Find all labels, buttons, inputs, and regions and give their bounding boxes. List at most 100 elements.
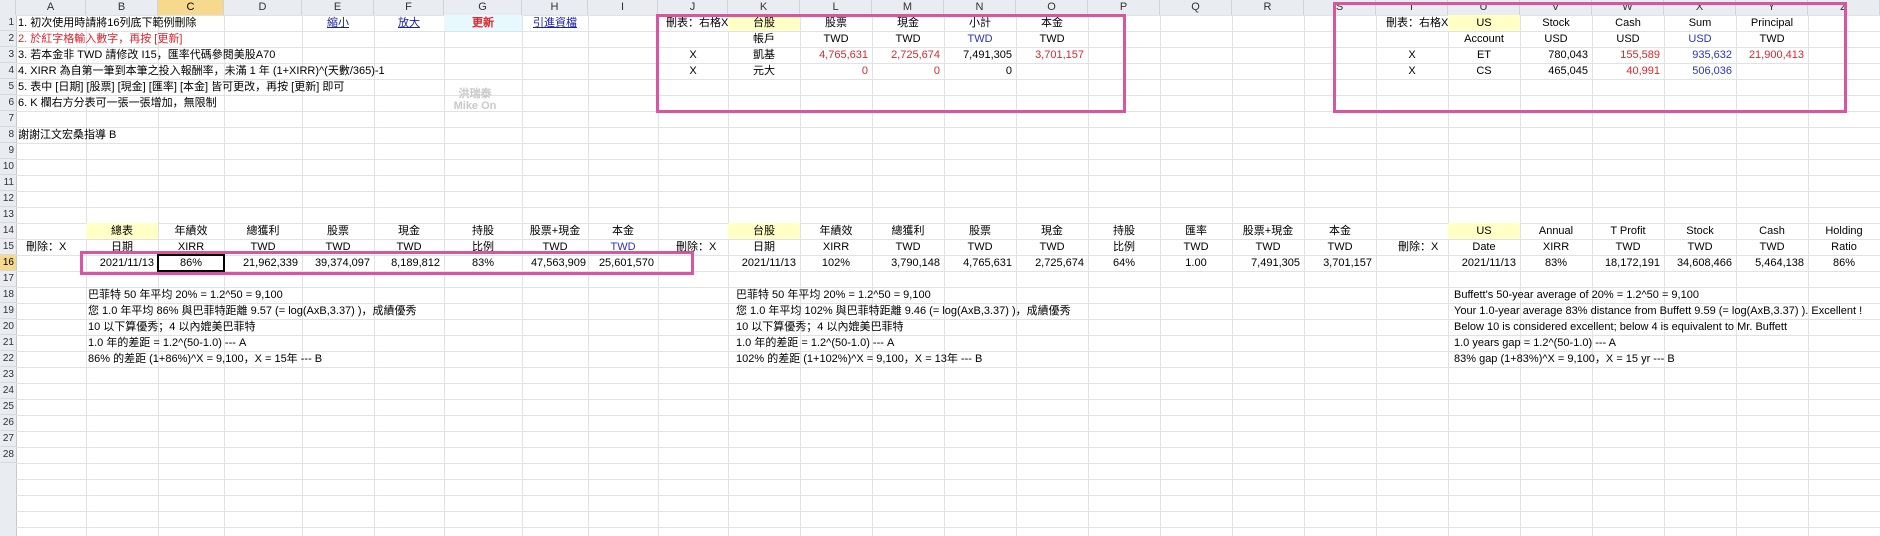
col-header-q[interactable]: Q xyxy=(1160,0,1232,15)
summary-tw-subheader: 比例 xyxy=(1113,241,1135,253)
instruction-line-2: 2. 於紅字格輸入數字，再按 [更新] xyxy=(18,33,183,45)
row-header[interactable]: 2 xyxy=(0,31,16,47)
col-header-h[interactable]: H xyxy=(522,0,588,15)
summary-us-xirr[interactable]: 83% xyxy=(1520,255,1592,271)
row-header[interactable]: 11 xyxy=(0,175,16,191)
col-header-c[interactable]: C xyxy=(158,0,224,15)
note-tw-line: 您 1.0 年平均 102% 與巴菲特距離 9.46 (= log(AxB,3.… xyxy=(736,305,1071,317)
row-header[interactable]: 12 xyxy=(0,191,16,207)
col-header-m[interactable]: M xyxy=(872,0,944,15)
note-tw-line: 10 以下算優秀；4 以內媲美巴菲特 xyxy=(736,321,904,333)
row-header[interactable]: 7 xyxy=(0,111,16,127)
col-header-p[interactable]: P xyxy=(1088,0,1160,15)
select-all-corner[interactable] xyxy=(0,0,16,15)
summary-tw-cash[interactable]: 2,725,674 xyxy=(1016,255,1084,271)
summary-tw-xirr[interactable]: 102% xyxy=(800,255,872,271)
row-header[interactable]: 21 xyxy=(0,335,16,351)
row-header[interactable]: 6 xyxy=(0,95,16,111)
summary-tw-holding[interactable]: 64% xyxy=(1088,255,1160,271)
row-header[interactable]: 4 xyxy=(0,63,16,79)
row-header[interactable]: 28 xyxy=(0,447,16,463)
summary-us-header: Holding xyxy=(1825,225,1863,237)
summary-total-header: 本金 xyxy=(612,225,634,237)
summary-tw-header: 台股 xyxy=(728,223,800,239)
summary-tw-stock-cash[interactable]: 7,491,305 xyxy=(1232,255,1300,271)
update-button[interactable]: 更新 xyxy=(444,15,522,31)
summary-us-date[interactable]: 2021/11/13 xyxy=(1448,255,1516,271)
summary-tw-header: 現金 xyxy=(1041,225,1063,237)
col-header-a[interactable]: A xyxy=(16,0,86,15)
spreadsheet[interactable]: A B C D E F G H I J K L M N O P Q R S T … xyxy=(0,0,1880,536)
row-header[interactable]: 22 xyxy=(0,351,16,367)
summary-total-highlight-box xyxy=(80,251,694,275)
col-header-r[interactable]: R xyxy=(1232,0,1304,15)
row-header[interactable]: 27 xyxy=(0,431,16,447)
row-header[interactable]: 19 xyxy=(0,303,16,319)
row-header[interactable]: 1 xyxy=(0,15,16,31)
row-header[interactable]: 24 xyxy=(0,383,16,399)
note-us-line: Your 1.0-year average 83% distance from … xyxy=(1454,305,1863,317)
row-header[interactable]: 17 xyxy=(0,271,16,287)
note-us-line: Buffett's 50-year average of 20% = 1.2^5… xyxy=(1454,289,1699,301)
row-header-selected[interactable]: 16 xyxy=(0,255,16,271)
summary-tw-subheader: TWD xyxy=(1039,241,1065,253)
row-header[interactable]: 25 xyxy=(0,399,16,415)
col-header-o[interactable]: O xyxy=(1016,0,1088,15)
summary-us-holding[interactable]: 86% xyxy=(1808,255,1880,271)
summary-us-header: US xyxy=(1448,223,1520,239)
watermark-line-1: 洪瑞泰 xyxy=(458,88,492,100)
row-header[interactable]: 20 xyxy=(0,319,16,335)
col-header-f[interactable]: F xyxy=(374,0,444,15)
row-header[interactable]: 15 xyxy=(0,239,16,255)
summary-tw-subheader: TWD xyxy=(967,241,993,253)
col-header-l[interactable]: L xyxy=(800,0,872,15)
col-header-j[interactable]: J xyxy=(658,0,728,15)
instruction-line-4: 4. XIRR 為自第一筆到本筆之投入報酬率，未滿 1 年 (1+XIRR)^(… xyxy=(18,65,385,77)
summary-tw-date[interactable]: 2021/11/13 xyxy=(728,255,796,271)
row-header[interactable]: 14 xyxy=(0,223,16,239)
col-header-b[interactable]: B xyxy=(86,0,158,15)
col-header-g[interactable]: G xyxy=(444,0,522,15)
summary-total-header: 現金 xyxy=(398,225,420,237)
col-header-d[interactable]: D xyxy=(224,0,302,15)
row-header[interactable]: 9 xyxy=(0,143,16,159)
row-header[interactable]: 13 xyxy=(0,207,16,223)
note-total-line: 巴菲特 50 年平均 20% = 1.2^50 = 9,100 xyxy=(88,289,283,301)
row-header[interactable]: 26 xyxy=(0,415,16,431)
note-total-line: 10 以下算優秀；4 以內媲美巴菲特 xyxy=(88,321,256,333)
row-header[interactable]: 3 xyxy=(0,47,16,63)
thanks-note: 謝謝江文宏桑指導 B xyxy=(18,129,117,141)
summary-tw-header: 年績效 xyxy=(819,225,853,237)
summary-us-subheader: TWD xyxy=(1687,241,1713,253)
shrink-button[interactable]: 縮小 xyxy=(302,15,374,31)
enlarge-button[interactable]: 放大 xyxy=(374,15,444,31)
watermark-line-2: Mike On xyxy=(453,100,497,112)
summary-us-profit[interactable]: 18,172,191 xyxy=(1592,255,1660,271)
summary-total-header: 持股 xyxy=(472,225,494,237)
row-header[interactable]: 5 xyxy=(0,79,16,95)
guide-button[interactable]: 引進資檔 xyxy=(522,15,588,31)
note-tw-line: 巴菲特 50 年平均 20% = 1.2^50 = 9,100 xyxy=(736,289,931,301)
summary-us-cash[interactable]: 5,464,138 xyxy=(1736,255,1804,271)
watermark-logo: 洪瑞泰 Mike On xyxy=(450,88,500,112)
col-header-n[interactable]: N xyxy=(944,0,1016,15)
row-header[interactable]: 10 xyxy=(0,159,16,175)
summary-tw-stock[interactable]: 4,765,631 xyxy=(944,255,1012,271)
summary-us-stock[interactable]: 34,608,466 xyxy=(1664,255,1732,271)
instruction-line-6: 6. K 欄右方分表可一張一張增加，無限制 xyxy=(18,97,217,109)
row-header[interactable]: 8 xyxy=(0,127,16,143)
col-header-i[interactable]: I xyxy=(588,0,658,15)
row-header[interactable]: 18 xyxy=(0,287,16,303)
summary-tw-fx[interactable]: 1.00 xyxy=(1160,255,1232,271)
summary-tw-header: 股票 xyxy=(969,225,991,237)
summary-tw-delete-label: 刪除：X xyxy=(676,241,717,253)
summary-tw-header: 本金 xyxy=(1329,225,1351,237)
summary-us-subheader: Date xyxy=(1472,241,1496,253)
summary-total-header: 股票 xyxy=(327,225,349,237)
col-header-k[interactable]: K xyxy=(728,0,800,15)
summary-total-header: 年績效 xyxy=(174,225,208,237)
col-header-e[interactable]: E xyxy=(302,0,374,15)
summary-tw-profit[interactable]: 3,790,148 xyxy=(872,255,940,271)
summary-tw-principal[interactable]: 3,701,157 xyxy=(1304,255,1372,271)
row-header[interactable]: 23 xyxy=(0,367,16,383)
